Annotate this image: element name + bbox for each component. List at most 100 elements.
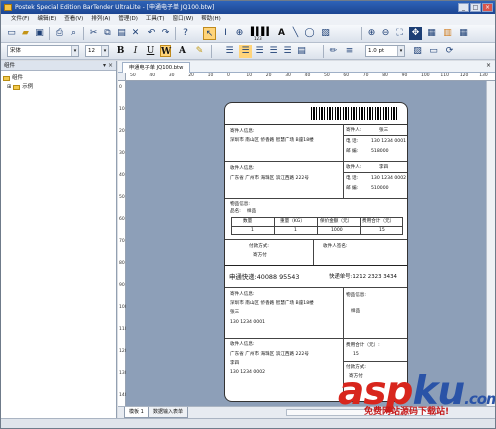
chevron-down-icon[interactable]: ▾ [397,46,404,56]
goods-title[interactable]: 物品信息: [230,202,250,208]
tree-item-samples[interactable]: ⊞ 示例 [3,83,114,92]
align-left-active-icon[interactable]: ☰ [239,45,252,58]
maximize-button[interactable]: □ [470,3,481,12]
receiver-zip[interactable]: 510000 [371,186,389,192]
cut-icon[interactable]: ✂ [87,27,100,40]
chevron-down-icon[interactable]: ▾ [101,46,108,56]
print-preview-icon[interactable]: ⌕ [67,27,80,40]
italic-button[interactable]: I [130,45,141,57]
s2-fee-label[interactable]: 费用合计（元）: [346,343,380,349]
line-tool-icon[interactable]: ╲ [289,27,302,40]
table-cell-total[interactable]: 15 [379,228,385,234]
tab-data-entry-form[interactable]: 数据输入表单 [148,407,189,418]
paste-icon[interactable]: ▤ [115,27,128,40]
tracking-number[interactable]: 快递单号:1212 2323 3434 [329,274,397,281]
grid-icon[interactable]: ▦ [457,27,470,40]
font-name-select[interactable]: 宋体 ▾ [7,45,79,57]
redo-icon[interactable]: ↷ [159,27,172,40]
sender-name-label[interactable]: 寄件人: [346,128,361,134]
text-tool-icon[interactable]: A [275,27,288,40]
line-width-select[interactable]: 1.0 pt ▾ [365,45,405,57]
receiver-zip-label[interactable]: 邮 编: [346,186,358,192]
goods-name[interactable]: 样品 [247,209,256,215]
s2-goods-title[interactable]: 物品信息: [346,293,366,299]
receiver-name-label[interactable]: 收件人: [346,165,361,171]
table-header-qty[interactable]: 数量 [243,219,252,225]
highlight-icon[interactable]: ✎ [193,45,206,58]
s2-receiver-address[interactable]: 广东省 广州市 海珠区 滨江西路 222号 [230,352,309,358]
sender-phone-label[interactable]: 电 话: [346,139,358,145]
image-tool-icon[interactable]: ▧ [319,27,332,40]
menu-help[interactable]: 帮助(H) [197,14,224,25]
s2-goods-name[interactable]: 样品 [351,309,360,315]
help-icon[interactable]: ? [179,27,192,40]
vertical-scrollbar[interactable] [486,81,495,406]
close-document-icon[interactable]: × [486,62,491,69]
menu-manage[interactable]: 管理(D) [114,14,142,25]
bold-button[interactable]: B [115,45,126,57]
pay-label[interactable]: 付款方式: [249,244,269,250]
sender-title[interactable]: 寄件人信息: [230,129,255,135]
s2-sender-name[interactable]: 张三 [230,310,239,316]
align-right-icon[interactable]: ☰ [267,45,280,58]
menu-tools[interactable]: 工具(T) [142,14,169,25]
print-icon[interactable]: ⎙ [53,27,66,40]
pay-value[interactable]: 寄方付 [253,253,267,259]
sender-address[interactable]: 深圳市 南山区 侨香路 智慧广场 B座18楼 [230,138,314,144]
sender-zip[interactable]: 518000 [371,149,389,155]
chevron-down-icon[interactable]: ▾ [71,46,78,56]
sender-name[interactable]: 张三 [379,128,388,134]
align-left-icon[interactable]: ☰ [223,45,236,58]
s2-sender-phone[interactable]: 130 1234 0001 [230,320,265,326]
pointer-tool-icon[interactable]: ↖ [203,27,216,40]
table-header-insured[interactable]: 保价金额（元） [320,219,352,225]
undo-icon[interactable]: ↶ [145,27,158,40]
expand-icon[interactable]: ⊞ [7,83,11,92]
text-cursor-icon[interactable]: I [219,27,232,40]
panel-controls[interactable]: ▾ × [103,61,113,71]
fit-width-icon[interactable]: ✥ [409,27,422,40]
page-setup-icon[interactable]: ▦ [425,27,438,40]
tab-template-1[interactable]: 模板 1 [124,407,149,418]
barcode-object[interactable] [311,107,397,120]
copy-icon[interactable]: ⧉ [101,27,114,40]
design-canvas[interactable]: 寄件人信息: 深圳市 南山区 侨香路 智慧广场 B座18楼 寄件人: 张三 电 … [126,81,486,406]
new-file-icon[interactable]: ▭ [5,27,18,40]
tree-item-components[interactable]: 组件 [3,74,114,83]
sender-phone[interactable]: 130 1234 0001 [371,139,406,145]
table-cell-weight[interactable]: 1 [294,228,297,234]
shape-tool-icon[interactable]: ◯ [303,27,316,40]
table-cell-qty[interactable]: 1 [251,228,254,234]
zoom-tool-icon[interactable]: ⊕ [233,27,246,40]
zoom-in-icon[interactable]: ⊕ [365,27,378,40]
wrap-button[interactable]: W [160,45,171,57]
menu-view[interactable]: 查看(V) [60,14,87,25]
receiver-name[interactable]: 李四 [379,165,388,171]
s2-receiver-name[interactable]: 李四 [230,361,239,367]
s2-sender-title[interactable]: 寄件人信息: [230,292,255,298]
receiver-sign-label[interactable]: 收件人签名: [323,244,348,250]
close-button[interactable]: × [482,3,493,12]
menu-arrange[interactable]: 排列(A) [87,14,114,25]
courier-name[interactable]: 申通快递:40088 95543 [229,273,299,281]
align-center-icon[interactable]: ☰ [253,45,266,58]
receiver-phone[interactable]: 130 1234 0002 [371,176,406,182]
table-header-total[interactable]: 费用合计（元） [362,219,394,225]
goods-name-label[interactable]: 品名: [230,209,241,215]
fit-page-icon[interactable]: ⛶ [393,27,406,40]
s2-sender-address[interactable]: 深圳市 南山区 侨香路 智慧广场 B座18楼 [230,301,314,307]
menu-file[interactable]: 文件(F) [7,14,33,25]
database-icon[interactable]: ▥ [441,27,454,40]
s2-fee[interactable]: 15 [353,352,359,358]
tab-document[interactable]: 申通电子单 JQ100.btw [122,62,191,73]
receiver-address[interactable]: 广东省 广州市 海珠区 滨江西路 222号 [230,176,309,182]
table-header-weight[interactable]: 重量（KG） [280,219,305,225]
zoom-out-icon[interactable]: ⊖ [379,27,392,40]
label-template[interactable]: 寄件人信息: 深圳市 南山区 侨香路 智慧广场 B座18楼 寄件人: 张三 电 … [224,102,408,402]
sender-zip-label[interactable]: 邮 编: [346,149,358,155]
font-color-button[interactable]: A [177,45,188,57]
s2-receiver-title[interactable]: 收件人信息: [230,342,255,348]
receiver-phone-label[interactable]: 电 话: [346,176,358,182]
minimize-button[interactable]: _ [458,3,469,12]
underline-button[interactable]: U [145,45,156,57]
